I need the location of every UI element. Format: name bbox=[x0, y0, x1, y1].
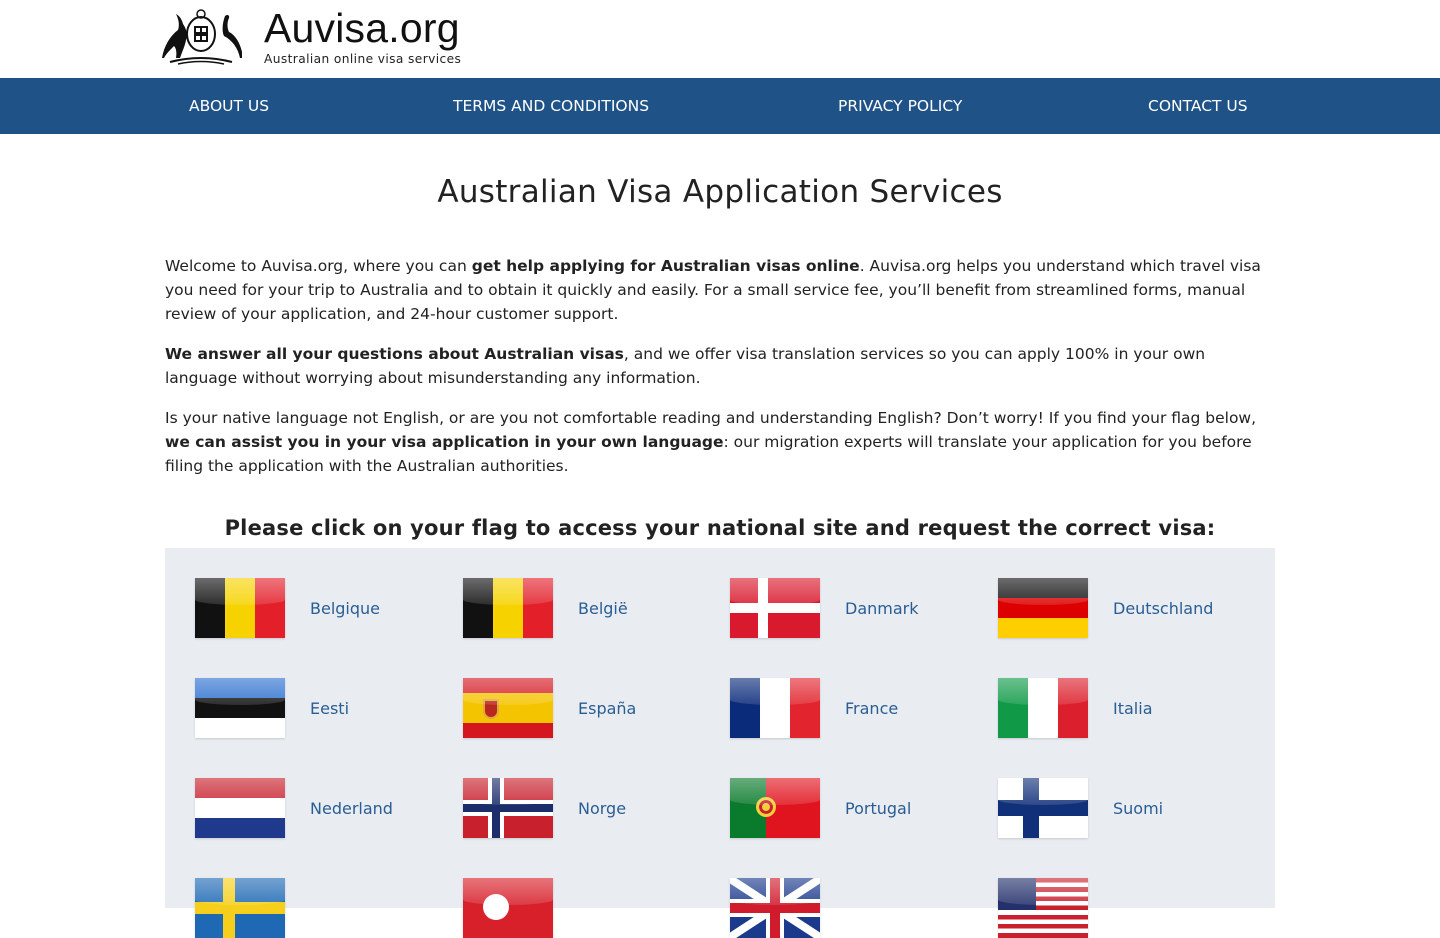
flag-link-italia[interactable]: Italia bbox=[998, 678, 1153, 738]
flag-label: Norge bbox=[578, 798, 627, 818]
flag-link-turkey[interactable] bbox=[463, 878, 578, 938]
intro-paragraph-3: Is your native language not English, or … bbox=[165, 406, 1275, 478]
flags-heading: Please click on your flag to access your… bbox=[224, 516, 1216, 540]
nav-contact-us[interactable]: CONTACT US bbox=[1148, 78, 1248, 134]
flag-label: España bbox=[578, 698, 637, 718]
france-flag-icon bbox=[730, 678, 820, 738]
nav-terms-and-conditions[interactable]: TERMS AND CONDITIONS bbox=[453, 78, 649, 134]
site-logo[interactable]: Auvisa.org Australian online visa servic… bbox=[156, 6, 461, 66]
portugal-flag-icon bbox=[730, 778, 820, 838]
flag-label: Italia bbox=[1113, 698, 1153, 718]
finland-flag-icon bbox=[998, 778, 1088, 838]
flag-link-portugal[interactable]: Portugal bbox=[730, 778, 911, 838]
logo-tagline: Australian online visa services bbox=[264, 52, 462, 66]
italy-flag-icon bbox=[998, 678, 1088, 738]
flags-panel: Belgique België Danmark Deutschland Eest… bbox=[165, 548, 1275, 938]
intro-p2-bold: We answer all your questions about Austr… bbox=[165, 345, 624, 363]
flag-link-belgique[interactable]: Belgique bbox=[195, 578, 380, 638]
main-content: Australian Visa Application Services Wel… bbox=[165, 134, 1275, 938]
norway-flag-icon bbox=[463, 778, 553, 838]
usa-flag-icon bbox=[998, 878, 1088, 938]
germany-flag-icon bbox=[998, 578, 1088, 638]
denmark-flag-icon bbox=[730, 578, 820, 638]
flag-label: Belgique bbox=[310, 598, 381, 618]
sweden-flag-icon bbox=[195, 878, 285, 938]
intro-p3-bold: we can assist you in your visa applicati… bbox=[165, 433, 724, 451]
logo-tld: .org bbox=[388, 5, 460, 51]
flag-link-danmark[interactable]: Danmark bbox=[730, 578, 919, 638]
intro-p1-text-a: Welcome to Auvisa.org, where you can bbox=[165, 257, 472, 275]
intro-p1-bold: get help applying for Australian visas o… bbox=[471, 257, 860, 275]
main-navigation: ABOUT US TERMS AND CONDITIONS PRIVACY PO… bbox=[0, 78, 1440, 134]
turkey-flag-icon bbox=[463, 878, 553, 938]
flag-link-nederland[interactable]: Nederland bbox=[195, 778, 393, 838]
flag-link-sweden[interactable] bbox=[195, 878, 310, 938]
flag-label: Danmark bbox=[845, 598, 919, 618]
intro-p3-text-a: Is your native language not English, or … bbox=[165, 409, 1257, 427]
estonia-flag-icon bbox=[195, 678, 285, 738]
flag-link-united-kingdom[interactable] bbox=[730, 878, 845, 938]
flag-label: Deutschland bbox=[1113, 598, 1214, 618]
belgium-flag-icon bbox=[195, 578, 285, 638]
flag-link-espana[interactable]: España bbox=[463, 678, 636, 738]
site-header: Auvisa.org Australian online visa servic… bbox=[0, 0, 1440, 78]
coat-of-arms-icon bbox=[162, 9, 242, 65]
flag-label: Nederland bbox=[310, 798, 393, 818]
flag-link-belgie[interactable]: België bbox=[463, 578, 628, 638]
netherlands-flag-icon bbox=[195, 778, 285, 838]
intro-paragraph-2: We answer all your questions about Austr… bbox=[165, 342, 1275, 390]
flag-label: België bbox=[578, 598, 628, 618]
belgium-flag-icon bbox=[463, 578, 553, 638]
nav-privacy-policy[interactable]: PRIVACY POLICY bbox=[838, 78, 962, 134]
flag-label: Eesti bbox=[310, 698, 350, 718]
logo-brand: Auvisa bbox=[264, 5, 389, 51]
flag-link-suomi[interactable]: Suomi bbox=[998, 778, 1163, 838]
intro-text: Welcome to Auvisa.org, where you can get… bbox=[165, 254, 1275, 478]
flag-label: Portugal bbox=[845, 798, 912, 818]
flag-label: France bbox=[845, 698, 899, 718]
flag-label: Suomi bbox=[1113, 798, 1164, 818]
spain-flag-icon bbox=[463, 678, 553, 738]
flag-link-france[interactable]: France bbox=[730, 678, 898, 738]
logo-wordmark: Auvisa.org bbox=[264, 6, 461, 50]
nav-about-us[interactable]: ABOUT US bbox=[189, 78, 269, 134]
page-title: Australian Visa Application Services bbox=[437, 174, 1003, 210]
intro-paragraph-1: Welcome to Auvisa.org, where you can get… bbox=[165, 254, 1275, 326]
uk-flag-icon bbox=[730, 878, 820, 938]
flag-link-deutschland[interactable]: Deutschland bbox=[998, 578, 1213, 638]
flag-link-norge[interactable]: Norge bbox=[463, 778, 626, 838]
flag-link-eesti[interactable]: Eesti bbox=[195, 678, 349, 738]
flag-link-united-states[interactable] bbox=[998, 878, 1113, 938]
